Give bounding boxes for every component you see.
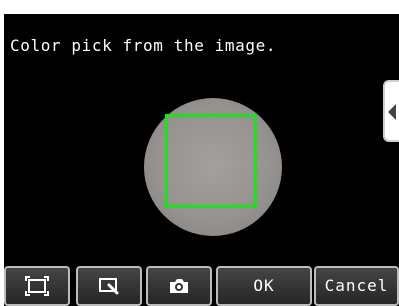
bottom-toolbar: OK Cancel xyxy=(4,266,399,306)
prompt-text: Color pick from the image. xyxy=(10,36,277,55)
zoom-button[interactable] xyxy=(76,266,142,306)
side-panel-toggle[interactable] xyxy=(383,80,399,142)
ok-button[interactable]: OK xyxy=(216,266,312,306)
cancel-button[interactable]: Cancel xyxy=(314,266,399,306)
camera-icon xyxy=(170,279,188,293)
capture-button[interactable] xyxy=(146,266,212,306)
arrow-left-icon xyxy=(388,104,396,120)
fit-screen-icon xyxy=(25,276,49,296)
zoom-icon xyxy=(99,278,119,295)
fit-screen-button[interactable] xyxy=(4,266,70,306)
color-pick-region[interactable] xyxy=(165,114,257,208)
image-screen: Color pick from the image. OK Cancel xyxy=(4,14,399,306)
